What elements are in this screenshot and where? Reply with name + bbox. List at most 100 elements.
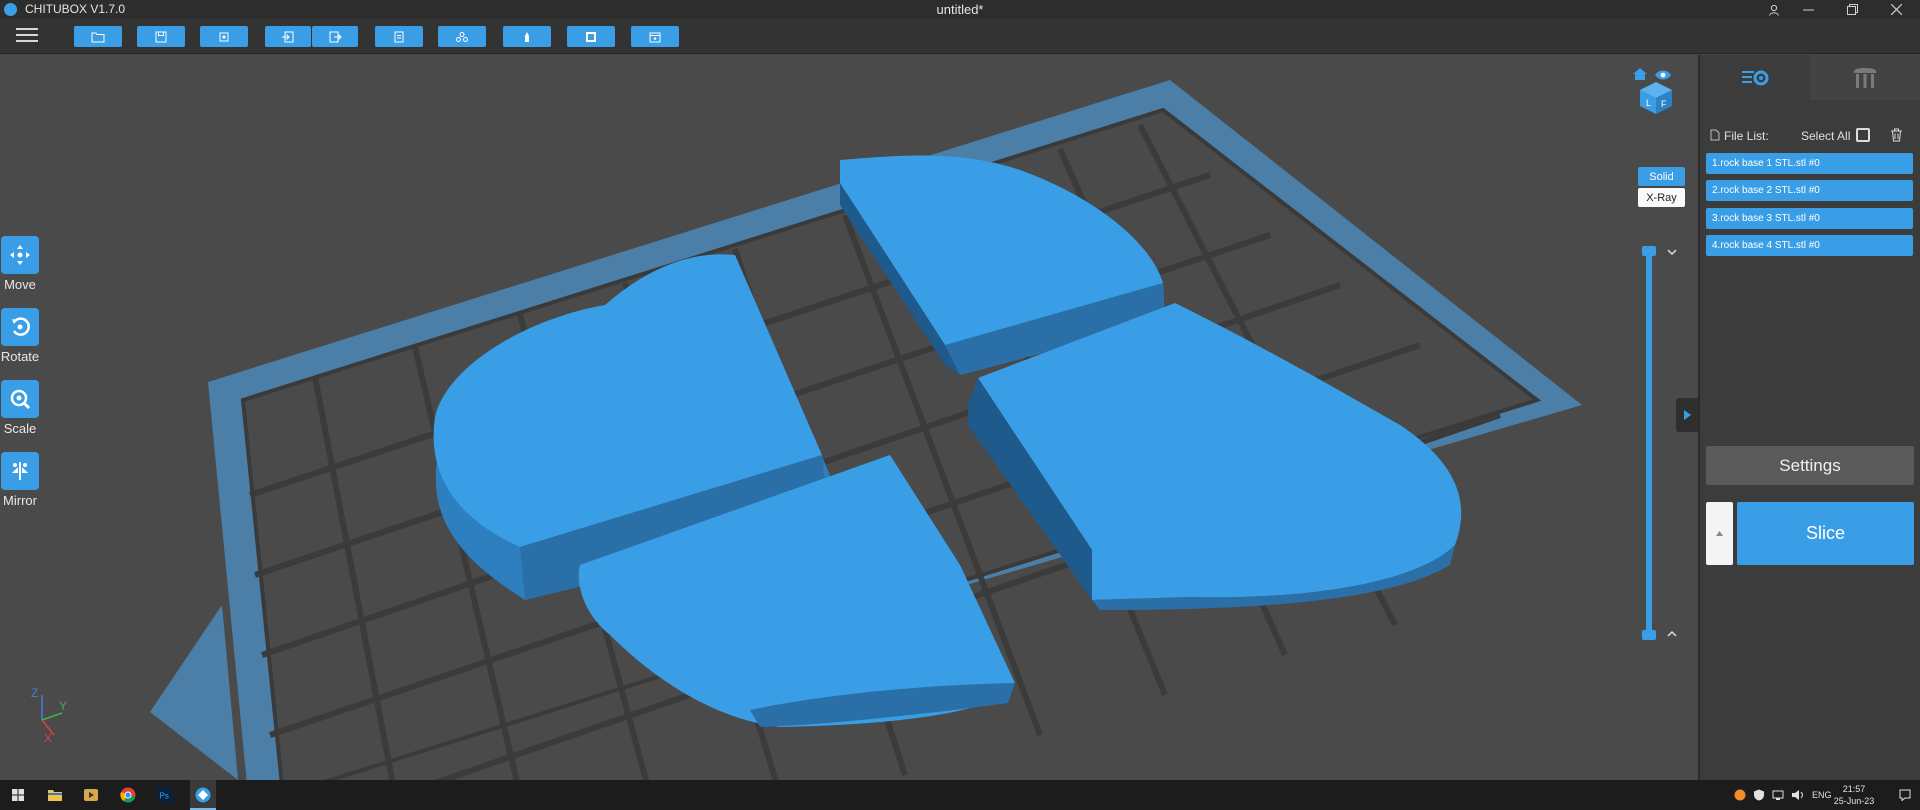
media-player-icon[interactable] <box>83 788 99 802</box>
rotate-tool[interactable]: Rotate <box>0 308 40 364</box>
title-bar: CHITUBOX V1.7.0 untitled* <box>0 0 1920 19</box>
mirror-tool-label: Mirror <box>3 493 37 508</box>
file-icon <box>1710 129 1720 141</box>
chevron-down-icon[interactable] <box>1667 248 1677 256</box>
layer-slider-top-handle[interactable] <box>1642 246 1656 256</box>
tab-model-settings[interactable] <box>1700 55 1810 100</box>
mirror-icon <box>12 462 28 480</box>
axis-y-label: Y <box>59 699 67 713</box>
axis-z-label: Z <box>31 686 38 700</box>
solid-view-button[interactable]: Solid <box>1638 167 1685 186</box>
move-icon <box>10 245 30 265</box>
chitubox-taskbar-button[interactable] <box>190 780 216 810</box>
document-title: untitled* <box>936 2 984 17</box>
close-button[interactable] <box>1874 0 1918 19</box>
clock-date: 25-Jun-23 <box>1833 796 1875 806</box>
hollow-button[interactable] <box>567 26 615 47</box>
save-icon <box>155 31 167 42</box>
file-list-item[interactable]: 1.rock base 1 STL.stl #0 <box>1706 153 1913 174</box>
home-icon[interactable] <box>1632 67 1648 81</box>
scale-tool[interactable]: Scale <box>0 380 40 436</box>
clock[interactable]: 21:57 25-Jun-23 <box>1824 783 1884 807</box>
panel-collapse-toggle[interactable] <box>1676 398 1698 432</box>
photoshop-icon[interactable]: Ps <box>157 787 173 803</box>
move-tool[interactable]: Move <box>0 236 40 292</box>
svg-text:Ps: Ps <box>160 792 169 801</box>
eye-icon[interactable] <box>1654 69 1672 81</box>
export-icon <box>329 31 342 42</box>
layer-slider-bottom-handle[interactable] <box>1642 630 1656 640</box>
layer-slider[interactable] <box>1646 250 1652 638</box>
file-list-item[interactable]: 3.rock base 3 STL.stl #0 <box>1706 208 1913 229</box>
close-icon <box>1890 4 1902 15</box>
scale-icon <box>10 389 31 410</box>
import-button[interactable] <box>265 26 311 47</box>
caret-up-icon <box>1716 531 1723 536</box>
view-cube[interactable]: LF <box>1630 67 1680 115</box>
user-icon <box>1769 4 1779 16</box>
rotate-icon <box>12 317 30 336</box>
file-list-item[interactable]: 4.rock base 4 STL.stl #0 <box>1706 235 1913 256</box>
file-list-header: File List: Select All <box>1706 127 1914 147</box>
maximize-button[interactable] <box>1830 0 1874 19</box>
panel-tabs <box>1700 55 1920 100</box>
axis-gizmo: Z Y X <box>31 686 67 745</box>
slice-button[interactable]: Slice <box>1737 502 1914 565</box>
select-all-label[interactable]: Select All <box>1801 129 1850 143</box>
rotate-tool-label: Rotate <box>0 349 40 364</box>
file-explorer-icon[interactable] <box>47 788 63 802</box>
export-button[interactable] <box>312 26 358 47</box>
save-button[interactable] <box>137 26 185 47</box>
windows-start-icon[interactable] <box>12 789 24 801</box>
chevron-right-icon <box>1683 410 1691 420</box>
axis-x-label: X <box>44 731 52 745</box>
support-button[interactable] <box>503 26 551 47</box>
import-icon <box>282 31 294 42</box>
screenshot-button[interactable] <box>200 26 248 47</box>
svg-text:F: F <box>1661 99 1667 109</box>
xray-view-button[interactable]: X-Ray <box>1638 188 1685 207</box>
os-taskbar: Ps ENG 21:57 25-Jun-23 <box>0 780 1920 810</box>
move-tool-label: Move <box>4 277 36 292</box>
undo-history-button[interactable] <box>375 26 423 47</box>
minimize-icon <box>1802 9 1814 11</box>
trash-icon[interactable] <box>1890 128 1903 142</box>
build-plate-scene <box>150 80 1582 780</box>
mirror-tool[interactable]: Mirror <box>0 452 40 508</box>
support-columns-icon <box>1854 67 1876 88</box>
network-icon[interactable] <box>1772 789 1784 801</box>
file-list-label: File List: <box>1724 129 1769 143</box>
notification-app-icon[interactable] <box>1734 789 1746 801</box>
scale-tool-label: Scale <box>3 421 37 436</box>
list-settings-icon <box>1742 70 1769 85</box>
arrange-button[interactable] <box>438 26 486 47</box>
hole-icon <box>649 32 661 42</box>
hollow-icon <box>586 31 596 42</box>
clock-time: 21:57 <box>1842 784 1866 794</box>
tab-supports[interactable] <box>1810 55 1920 100</box>
restore-icon <box>1846 4 1858 15</box>
folder-icon <box>91 32 105 42</box>
hamburger-menu-button[interactable] <box>16 28 38 46</box>
build-plate-wedge <box>150 605 238 780</box>
chrome-icon[interactable] <box>120 787 136 803</box>
support-icon <box>525 31 529 42</box>
minimize-button[interactable] <box>1786 0 1830 19</box>
main-toolbar <box>0 19 1920 54</box>
3d-viewport[interactable]: Move Rotate Scale Mirror LF Solid X-Ray <box>0 55 1698 780</box>
slice-options-button[interactable] <box>1706 502 1733 565</box>
dig-hole-button[interactable] <box>631 26 679 47</box>
chitubox-app-icon <box>195 787 211 803</box>
right-panel: File List: Select All 1.rock base 1 STL.… <box>1698 55 1920 780</box>
orientation-cube-icon[interactable]: LF <box>1638 81 1674 115</box>
select-all-checkbox[interactable] <box>1856 128 1870 142</box>
file-list-item[interactable]: 2.rock base 2 STL.stl #0 <box>1706 180 1913 201</box>
security-icon[interactable] <box>1753 789 1765 801</box>
document-icon <box>394 31 404 42</box>
open-file-button[interactable] <box>74 26 122 47</box>
chevron-up-icon[interactable] <box>1667 630 1677 638</box>
arrange-icon <box>456 31 468 42</box>
settings-button[interactable]: Settings <box>1706 446 1914 485</box>
notifications-icon[interactable] <box>1899 789 1911 801</box>
volume-icon[interactable] <box>1791 789 1805 801</box>
